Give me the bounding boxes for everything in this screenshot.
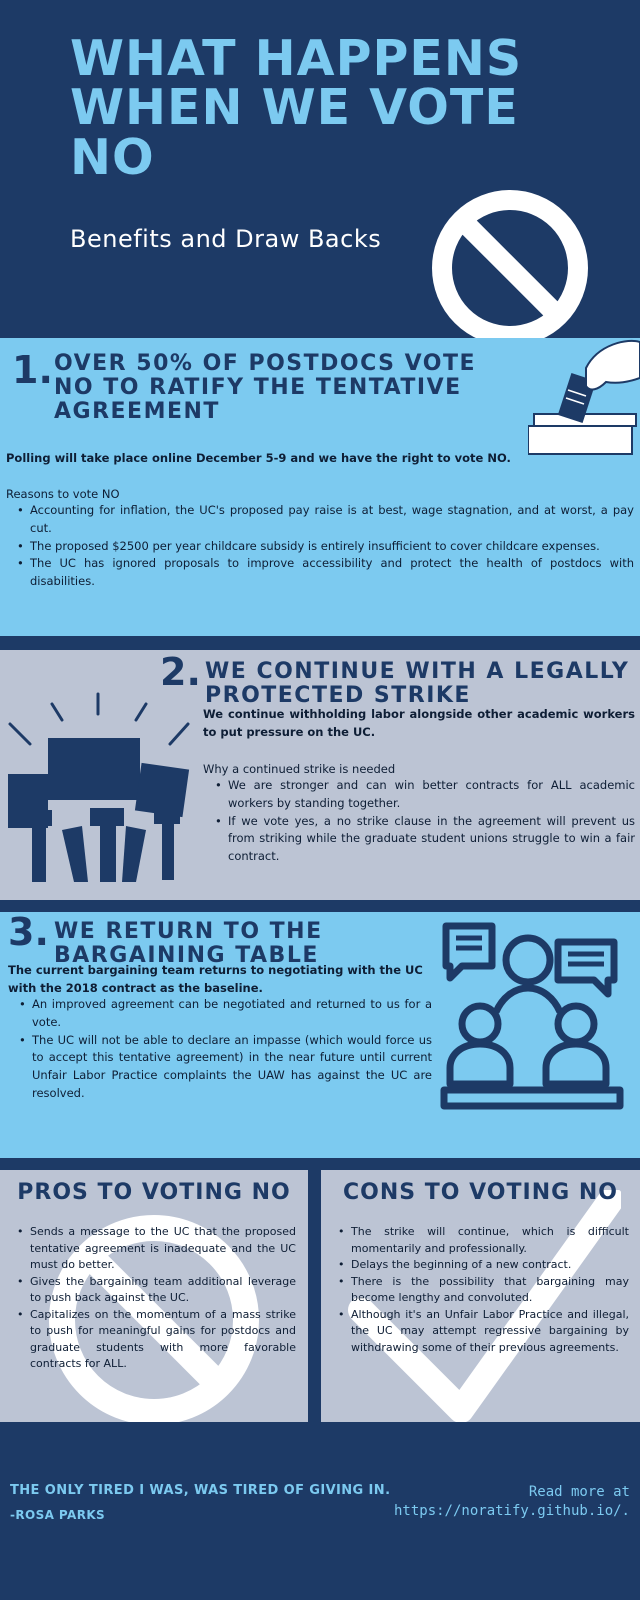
protest-fists-icon [8,692,190,882]
pros-panel: PROS TO VOTING NO Sends a message to the… [0,1170,308,1422]
ballot-box-icon [528,339,640,455]
list-item: There is the possibility that bargaining… [333,1274,629,1307]
section-bargaining: 3. WE RETURN TO THE BARGAINING TABLE The… [0,910,640,1158]
list-item: We are stronger and can win better contr… [210,777,635,813]
list-item: Accounting for inflation, the UC's propo… [12,502,634,538]
list-item: The UC will not be able to declare an im… [14,1032,432,1103]
hero-header: WHAT HAPPENS WHEN WE VOTE NO Benefits an… [0,0,640,346]
read-more-link[interactable]: https://noratify.github.io/. [394,1502,630,1521]
section-vote-no: 1. OVER 50% OF POSTDOCS VOTE NO TO RATIF… [0,338,640,636]
pros-cons: PROS TO VOTING NO Sends a message to the… [0,1170,640,1422]
list-item: Gives the bargaining team additional lev… [12,1274,296,1307]
section-lead: Polling will take place online December … [6,451,511,465]
prohibited-icon [432,190,588,346]
list-item: Sends a message to the UC that the propo… [12,1224,296,1274]
section-strike: 2. WE CONTINUE WITH A LEGALLY PROTECTED … [0,650,640,900]
section-number: 1. [12,348,53,392]
list-item: Delays the beginning of a new contract. [333,1257,629,1274]
quote-author: -ROSA PARKS [10,1508,106,1522]
list-item: An improved agreement can be negotiated … [14,996,432,1032]
quote-text: THE ONLY TIRED I WAS, WAS TIRED OF GIVIN… [10,1483,391,1498]
section-lead: We continue withholding labor alongside … [203,707,635,739]
section-title: WE CONTINUE WITH A LEGALLY PROTECTED STR… [205,659,630,709]
list-item: The strike will continue, which is diffi… [333,1224,629,1257]
read-more: Read more at https://noratify.github.io/… [394,1483,630,1521]
list-item: The UC has ignored proposals to improve … [12,555,634,591]
meeting-people-icon [440,922,624,1110]
list-item: Capitalizes on the momentum of a mass st… [12,1307,296,1373]
bargaining-list: An improved agreement can be negotiated … [14,996,432,1103]
section-lead: The current bargaining team returns to n… [8,963,423,995]
list-item: Although it's an Unfair Labor Practice a… [333,1307,629,1357]
pros-title: PROS TO VOTING NO [17,1180,291,1205]
section-number: 3. [8,910,49,954]
section-title: OVER 50% OF POSTDOCS VOTE NO TO RATIFY T… [54,351,477,425]
page-subtitle: Benefits and Draw Backs [70,225,382,253]
list-item: The proposed $2500 per year childcare su… [12,538,634,556]
read-more-label: Read more at [528,1484,630,1500]
strike-reasons-list: We are stronger and can win better contr… [210,777,635,866]
cons-title: CONS TO VOTING NO [343,1180,618,1205]
section-number: 2. [160,650,201,694]
pros-list: Sends a message to the UC that the propo… [12,1224,296,1373]
infographic: WHAT HAPPENS WHEN WE VOTE NO Benefits an… [0,0,640,1600]
reasons-list: Accounting for inflation, the UC's propo… [12,502,634,591]
page-title: WHAT HAPPENS WHEN WE VOTE NO [70,30,523,186]
list-item: If we vote yes, a no strike clause in th… [210,813,635,866]
cons-panel: CONS TO VOTING NO The strike will contin… [321,1170,640,1422]
cons-list: The strike will continue, which is diffi… [333,1224,629,1356]
